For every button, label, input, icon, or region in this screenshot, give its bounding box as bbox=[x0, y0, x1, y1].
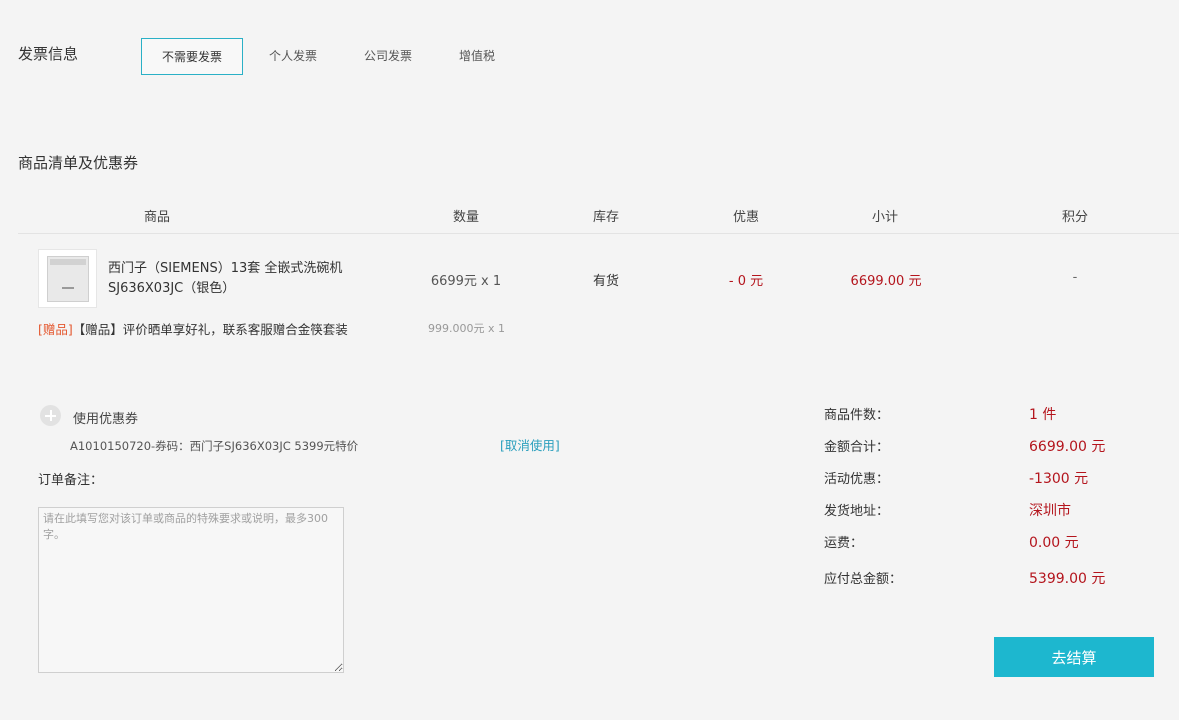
order-remark-input[interactable] bbox=[38, 507, 344, 673]
summary-address-label: 发货地址： bbox=[824, 504, 890, 519]
gift-tag: [赠品] bbox=[38, 322, 73, 337]
product-discount: - 0 元 bbox=[728, 274, 764, 289]
column-header-subtotal: 小计 bbox=[871, 210, 898, 225]
column-header-goods: 商品 bbox=[143, 210, 170, 225]
tab-no-invoice[interactable]: 不需要发票 bbox=[141, 38, 243, 75]
tab-company-invoice[interactable]: 公司发票 bbox=[351, 38, 425, 75]
invoice-section-title: 发票信息 bbox=[18, 45, 79, 63]
product-quantity: 6699元 x 1 bbox=[430, 274, 502, 289]
summary-payable-value: 5399.00 元 bbox=[1029, 571, 1106, 587]
order-remark-label: 订单备注： bbox=[38, 473, 104, 488]
dishwasher-image-icon bbox=[47, 256, 89, 302]
summary-total-label: 金额合计： bbox=[824, 440, 890, 455]
tab-vat-invoice[interactable]: 增值税 bbox=[446, 38, 508, 75]
goods-section-title: 商品清单及优惠券 bbox=[18, 154, 139, 172]
product-stock: 有货 bbox=[592, 274, 619, 289]
cancel-coupon-link[interactable]: [取消使用] bbox=[500, 435, 560, 454]
coupon-code-text: A1010150720-券码：西门子SJ636X03JC 5399元特价 bbox=[70, 439, 359, 453]
column-header-points: 积分 bbox=[1061, 210, 1088, 225]
summary-shipping-value: 0.00 元 bbox=[1029, 535, 1079, 551]
product-name-line2: SJ636X03JC（银色） bbox=[108, 281, 236, 296]
column-header-stock: 库存 bbox=[592, 210, 619, 225]
gift-row: [赠品]【赠品】评价晒单享好礼，联系客服赠合金筷套装 bbox=[38, 319, 348, 338]
product-thumbnail[interactable] bbox=[38, 249, 97, 308]
product-name[interactable]: 西门子（SIEMENS）13套 全嵌式洗碗机 SJ636X03JC（银色） bbox=[108, 259, 398, 299]
summary-address-value: 深圳市 bbox=[1029, 503, 1071, 519]
gift-description: 【赠品】评价晒单享好礼，联系客服赠合金筷套装 bbox=[72, 322, 348, 337]
product-subtotal: 6699.00 元 bbox=[850, 274, 922, 289]
use-coupon-label[interactable]: 使用优惠券 bbox=[73, 408, 138, 427]
summary-item-count-label: 商品件数： bbox=[824, 408, 890, 423]
summary-promo-value: -1300 元 bbox=[1029, 471, 1089, 487]
gift-quantity: 999.000元 x 1 bbox=[428, 322, 505, 335]
summary-payable-label: 应付总金额： bbox=[824, 572, 903, 587]
product-name-line1: 西门子（SIEMENS）13套 全嵌式洗碗机 bbox=[108, 261, 343, 276]
summary-shipping-label: 运费： bbox=[824, 536, 864, 551]
product-points: - bbox=[1072, 270, 1078, 285]
summary-total-value: 6699.00 元 bbox=[1029, 439, 1106, 455]
add-coupon-plus-icon[interactable] bbox=[40, 405, 61, 426]
checkout-button[interactable]: 去结算 bbox=[994, 637, 1154, 677]
summary-promo-label: 活动优惠： bbox=[824, 472, 890, 487]
table-header-divider bbox=[18, 233, 1179, 234]
column-header-discount: 优惠 bbox=[732, 210, 759, 225]
column-header-quantity: 数量 bbox=[452, 210, 479, 225]
tab-personal-invoice[interactable]: 个人发票 bbox=[256, 38, 330, 75]
summary-item-count-value: 1 件 bbox=[1029, 407, 1057, 423]
